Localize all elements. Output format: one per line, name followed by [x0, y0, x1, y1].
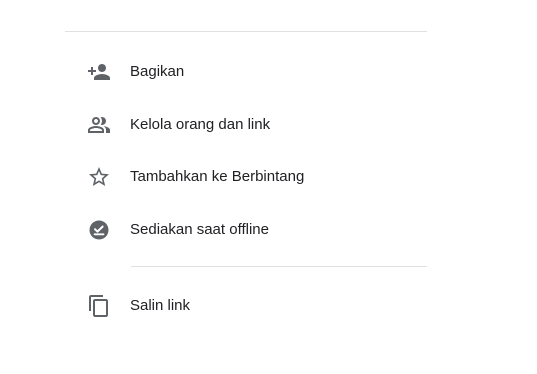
make-available-offline-label: Sediakan saat offline: [130, 221, 269, 238]
make-available-offline-menu-item[interactable]: Sediakan saat offline: [75, 210, 427, 250]
menu-divider-middle: [131, 266, 427, 267]
menu-divider-top: [65, 31, 427, 32]
add-to-starred-label: Tambahkan ke Berbintang: [130, 168, 305, 185]
people-outline-icon: [87, 113, 111, 137]
copy-icon: [87, 294, 111, 318]
share-menu-item[interactable]: Bagikan: [75, 52, 427, 92]
context-menu: Bagikan Kelola orang dan link Tambahkan …: [0, 0, 537, 374]
add-to-starred-menu-item[interactable]: Tambahkan ke Berbintang: [75, 157, 427, 197]
copy-link-menu-item[interactable]: Salin link: [75, 286, 427, 326]
star-outline-icon: [87, 165, 111, 189]
manage-people-and-links-label: Kelola orang dan link: [130, 116, 271, 133]
manage-people-and-links-menu-item[interactable]: Kelola orang dan link: [75, 105, 427, 145]
share-label: Bagikan: [130, 63, 185, 80]
person-add-icon: [87, 60, 111, 84]
offline-check-icon: [87, 218, 111, 242]
copy-link-label: Salin link: [130, 297, 191, 314]
